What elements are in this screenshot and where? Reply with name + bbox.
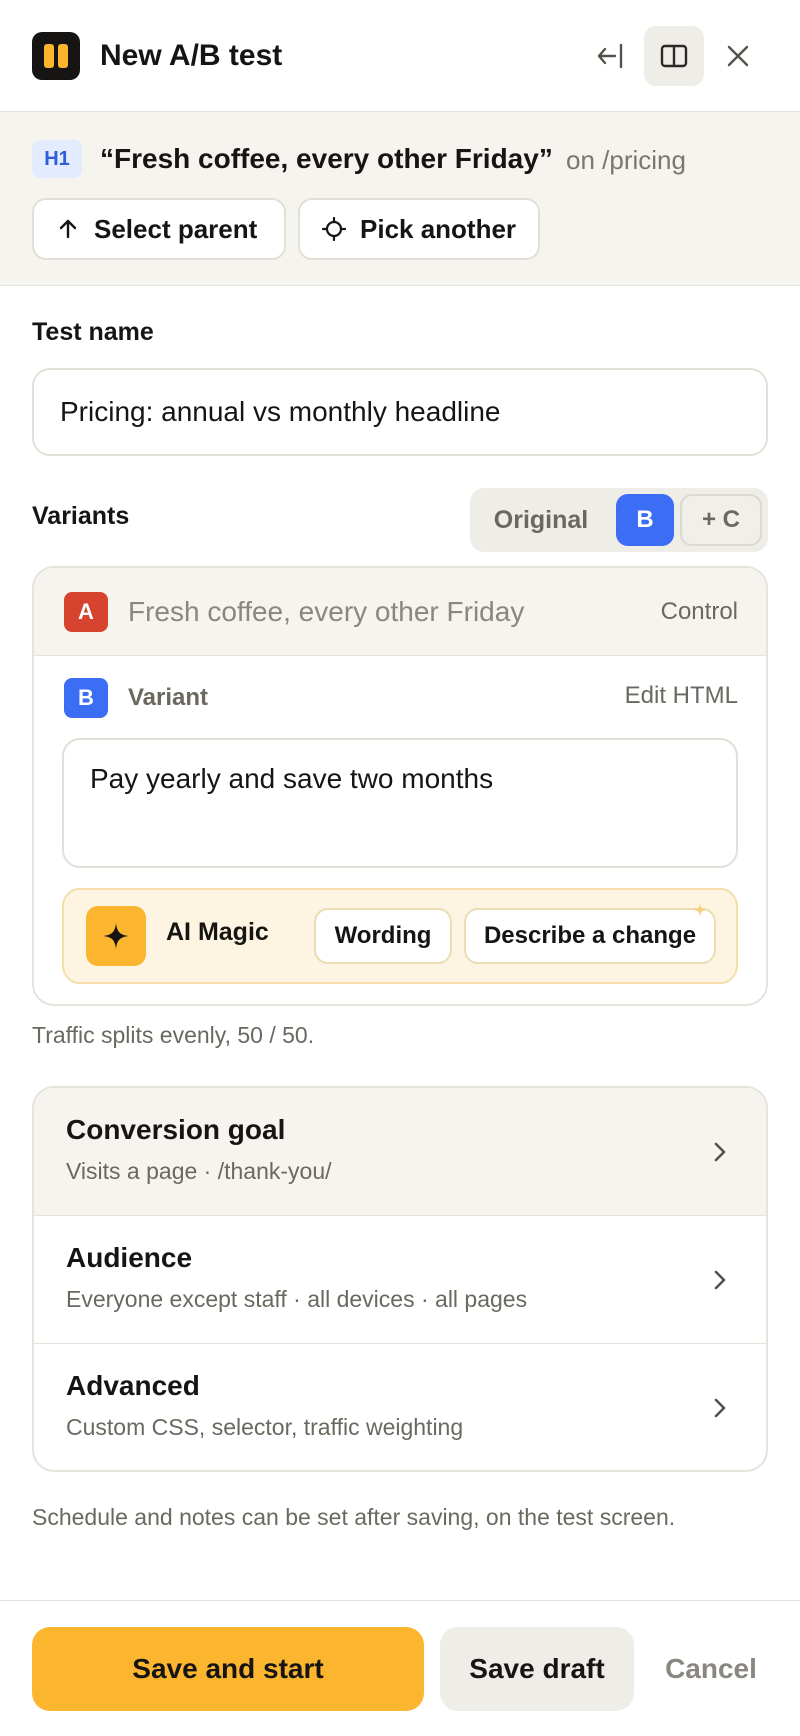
variant-a-badge: A bbox=[64, 592, 108, 632]
control-label: Control bbox=[660, 598, 738, 625]
add-variant-button[interactable]: + C bbox=[680, 494, 762, 546]
save-and-start-button[interactable]: Save and start bbox=[32, 1627, 424, 1711]
chevron-right-icon bbox=[714, 1142, 726, 1162]
setting-title: Audience bbox=[66, 1242, 193, 1273]
selected-element-path: on /pricing bbox=[566, 145, 686, 175]
edit-html-link[interactable]: Edit HTML bbox=[625, 676, 738, 716]
test-name-label: Test name bbox=[32, 318, 154, 346]
sidebar-panel-icon bbox=[660, 44, 688, 68]
chevron-right-icon bbox=[714, 1398, 726, 1418]
variant-a-text: Fresh coffee, every other Friday bbox=[128, 596, 525, 627]
small-sparkle-icon bbox=[693, 903, 707, 917]
variant-b-badge: B bbox=[64, 678, 108, 718]
variant-tab-b[interactable]: B bbox=[616, 494, 674, 546]
schedule-note: Schedule and notes can be set after savi… bbox=[32, 1504, 676, 1530]
ai-magic-label: AI Magic bbox=[166, 918, 269, 946]
arrow-up-icon bbox=[56, 217, 80, 241]
pick-another-button[interactable]: Pick another bbox=[298, 198, 540, 260]
collapse-left-icon bbox=[597, 43, 623, 69]
chevron-right-icon bbox=[714, 1270, 726, 1290]
logo-bar-right bbox=[58, 44, 68, 68]
pick-another-label: Pick another bbox=[360, 213, 517, 244]
setting-title: Conversion goal bbox=[66, 1114, 286, 1145]
conversion-goal-row[interactable]: Conversion goal Visits a page · /thank-y… bbox=[34, 1088, 766, 1216]
variant-tab-original[interactable]: Original bbox=[494, 500, 588, 540]
dock-panel-button[interactable] bbox=[644, 26, 704, 86]
ai-describe-change-button[interactable]: Describe a change bbox=[464, 908, 716, 964]
select-parent-button[interactable]: Select parent bbox=[32, 198, 286, 260]
crosshair-icon bbox=[322, 217, 346, 241]
setting-subtitle: Everyone except staff · all devices · al… bbox=[66, 1286, 528, 1312]
logo-bar-left bbox=[44, 44, 54, 68]
test-name-input[interactable]: Pricing: annual vs monthly headline bbox=[32, 368, 768, 456]
panel-title: New A/B test bbox=[100, 39, 283, 72]
advanced-row[interactable]: Advanced Custom CSS, selector, traffic w… bbox=[34, 1344, 766, 1470]
setting-subtitle: Visits a page · /thank-you/ bbox=[66, 1158, 332, 1184]
variant-a-row[interactable]: A Fresh coffee, every other Friday Contr… bbox=[34, 568, 766, 656]
close-icon bbox=[727, 45, 749, 67]
variants-label: Variants bbox=[32, 502, 130, 530]
cancel-button[interactable]: Cancel bbox=[654, 1627, 768, 1711]
collapse-button[interactable] bbox=[580, 26, 640, 86]
app-logo bbox=[32, 32, 80, 80]
ai-magic-box: AI Magic Wording Describe a change bbox=[62, 888, 738, 984]
save-draft-button[interactable]: Save draft bbox=[440, 1627, 634, 1711]
ai-wording-button[interactable]: Wording bbox=[314, 908, 452, 964]
selected-element-text: “Fresh coffee, every other Friday” bbox=[100, 143, 553, 174]
sparkle-icon bbox=[86, 906, 146, 966]
traffic-split-note: Traffic splits evenly, 50 / 50. bbox=[32, 1022, 315, 1048]
variants-card: A Fresh coffee, every other Friday Contr… bbox=[32, 566, 768, 1006]
variant-b-text-input[interactable]: Pay yearly and save two months bbox=[62, 738, 738, 868]
element-tag-badge: H1 bbox=[32, 140, 82, 178]
close-button[interactable] bbox=[708, 26, 768, 86]
setting-subtitle: Custom CSS, selector, traffic weighting bbox=[66, 1414, 464, 1440]
select-parent-label: Select parent bbox=[94, 213, 258, 244]
audience-row[interactable]: Audience Everyone except staff · all dev… bbox=[34, 1216, 766, 1344]
setting-title: Advanced bbox=[66, 1370, 200, 1401]
settings-list: Conversion goal Visits a page · /thank-y… bbox=[32, 1086, 768, 1472]
variant-b-label: Variant bbox=[128, 684, 209, 711]
